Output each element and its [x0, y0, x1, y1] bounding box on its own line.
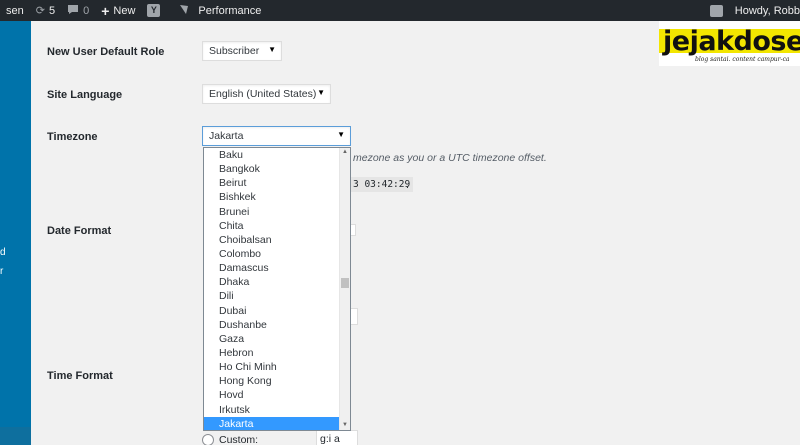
timezone-option[interactable]: Beirut: [204, 176, 350, 190]
sidebar-collapse[interactable]: [0, 427, 31, 445]
comments-count: 0: [83, 4, 90, 17]
date-custom-field[interactable]: [350, 308, 358, 325]
site-name-link[interactable]: sen: [0, 0, 30, 21]
updates-count: 5: [48, 4, 56, 17]
notifications-link[interactable]: [704, 0, 729, 21]
chevron-down-icon: ▼: [337, 130, 345, 139]
greeting-text: Howdy, Robb: [734, 4, 800, 17]
scroll-up-icon[interactable]: ▲: [342, 149, 348, 155]
admin-sidebar: d r: [0, 21, 31, 445]
admin-bar: sen ⟳ 5 0 + New Y Performance Howdy, Rob…: [0, 0, 800, 21]
timezone-option[interactable]: Dhaka: [204, 275, 350, 289]
timezone-option[interactable]: Brunei: [204, 205, 350, 219]
scroll-thumb[interactable]: [341, 278, 349, 288]
timezone-option[interactable]: Hong Kong: [204, 374, 350, 388]
comments-link[interactable]: 0: [61, 0, 95, 21]
custom-label: Custom:: [219, 434, 259, 445]
timezone-option[interactable]: Bangkok: [204, 162, 350, 176]
timezone-option[interactable]: Baku: [204, 148, 350, 162]
notification-icon: [709, 4, 723, 17]
timezone-options: Baku Bangkok Beirut Bishkek Brunei Chita Choib…: [204, 148, 350, 430]
chevron-down-icon: ▼: [268, 45, 276, 54]
updates-link[interactable]: ⟳ 5: [30, 0, 61, 21]
timezone-option[interactable]: Choibalsan: [204, 233, 350, 247]
timezone-label: Timezone: [47, 131, 98, 143]
timezone-dropdown-list[interactable]: Baku Bangkok Beirut Bishkek Brunei Chita Choib…: [203, 147, 351, 431]
timezone-option[interactable]: Hovd: [204, 388, 350, 402]
sidebar-item-label[interactable]: r: [0, 266, 3, 277]
timezone-value: Jakarta: [209, 130, 244, 142]
performance-label: Performance: [198, 4, 262, 17]
time-format-label: Time Format: [47, 370, 113, 382]
time-custom-value: g:i a: [320, 433, 340, 445]
plus-icon: +: [101, 2, 110, 19]
new-user-role-label: New User Default Role: [47, 46, 165, 58]
timezone-option[interactable]: Jakarta: [204, 416, 350, 430]
local-time-period: .: [406, 179, 409, 191]
timezone-description: mezone as you or a UTC timezone offset.: [353, 152, 547, 164]
new-content-link[interactable]: + New: [95, 0, 141, 21]
logo-text: jejakdose: [663, 26, 800, 57]
site-logo: jejakdose blog santai. content campur-ca: [659, 21, 800, 66]
time-custom-field[interactable]: g:i a: [316, 430, 358, 445]
timezone-option[interactable]: Gaza: [204, 332, 350, 346]
timezone-option[interactable]: Hebron: [204, 346, 350, 360]
site-language-value: English (United States): [209, 88, 317, 100]
local-time: 3 03:42:29: [350, 177, 414, 192]
gauge-icon: [178, 3, 190, 18]
yoast-link[interactable]: Y: [141, 0, 166, 21]
timezone-option[interactable]: Bishkek: [204, 190, 350, 204]
new-label: New: [113, 4, 136, 17]
timezone-option[interactable]: Irkutsk: [204, 403, 350, 417]
refresh-icon: ⟳: [35, 5, 45, 17]
yoast-icon: Y: [147, 4, 161, 17]
timezone-option[interactable]: Damascus: [204, 261, 350, 275]
settings-main: [31, 21, 800, 445]
new-user-role-value: Subscriber: [209, 45, 260, 57]
timezone-select[interactable]: Jakarta ▼: [202, 126, 351, 146]
scroll-down-icon[interactable]: ▼: [342, 422, 348, 428]
timezone-option[interactable]: Dili: [204, 289, 350, 303]
performance-link[interactable]: Performance: [172, 0, 267, 21]
date-format-label: Date Format: [47, 225, 112, 237]
new-user-role-select[interactable]: Subscriber ▼: [202, 41, 282, 61]
timezone-option[interactable]: Ho Chi Minh: [204, 360, 350, 374]
dropdown-scrollbar[interactable]: ▲ ▼: [339, 148, 350, 430]
site-language-label: Site Language: [47, 89, 123, 101]
sidebar-item-label[interactable]: d: [0, 247, 6, 258]
logo-tagline: blog santai. content campur-ca: [695, 56, 790, 63]
chevron-down-icon: ▼: [317, 88, 325, 97]
timezone-option[interactable]: Dushanbe: [204, 318, 350, 332]
timezone-option[interactable]: Chita: [204, 219, 350, 233]
timezone-option[interactable]: Dubai: [204, 304, 350, 318]
site-name-text: sen: [6, 4, 24, 17]
timezone-option[interactable]: Colombo: [204, 247, 350, 261]
my-account-link[interactable]: Howdy, Robb: [729, 0, 800, 21]
comment-icon: [67, 4, 79, 18]
time-format-custom-radio[interactable]: [202, 434, 214, 445]
site-language-select[interactable]: English (United States) ▼: [202, 84, 331, 104]
